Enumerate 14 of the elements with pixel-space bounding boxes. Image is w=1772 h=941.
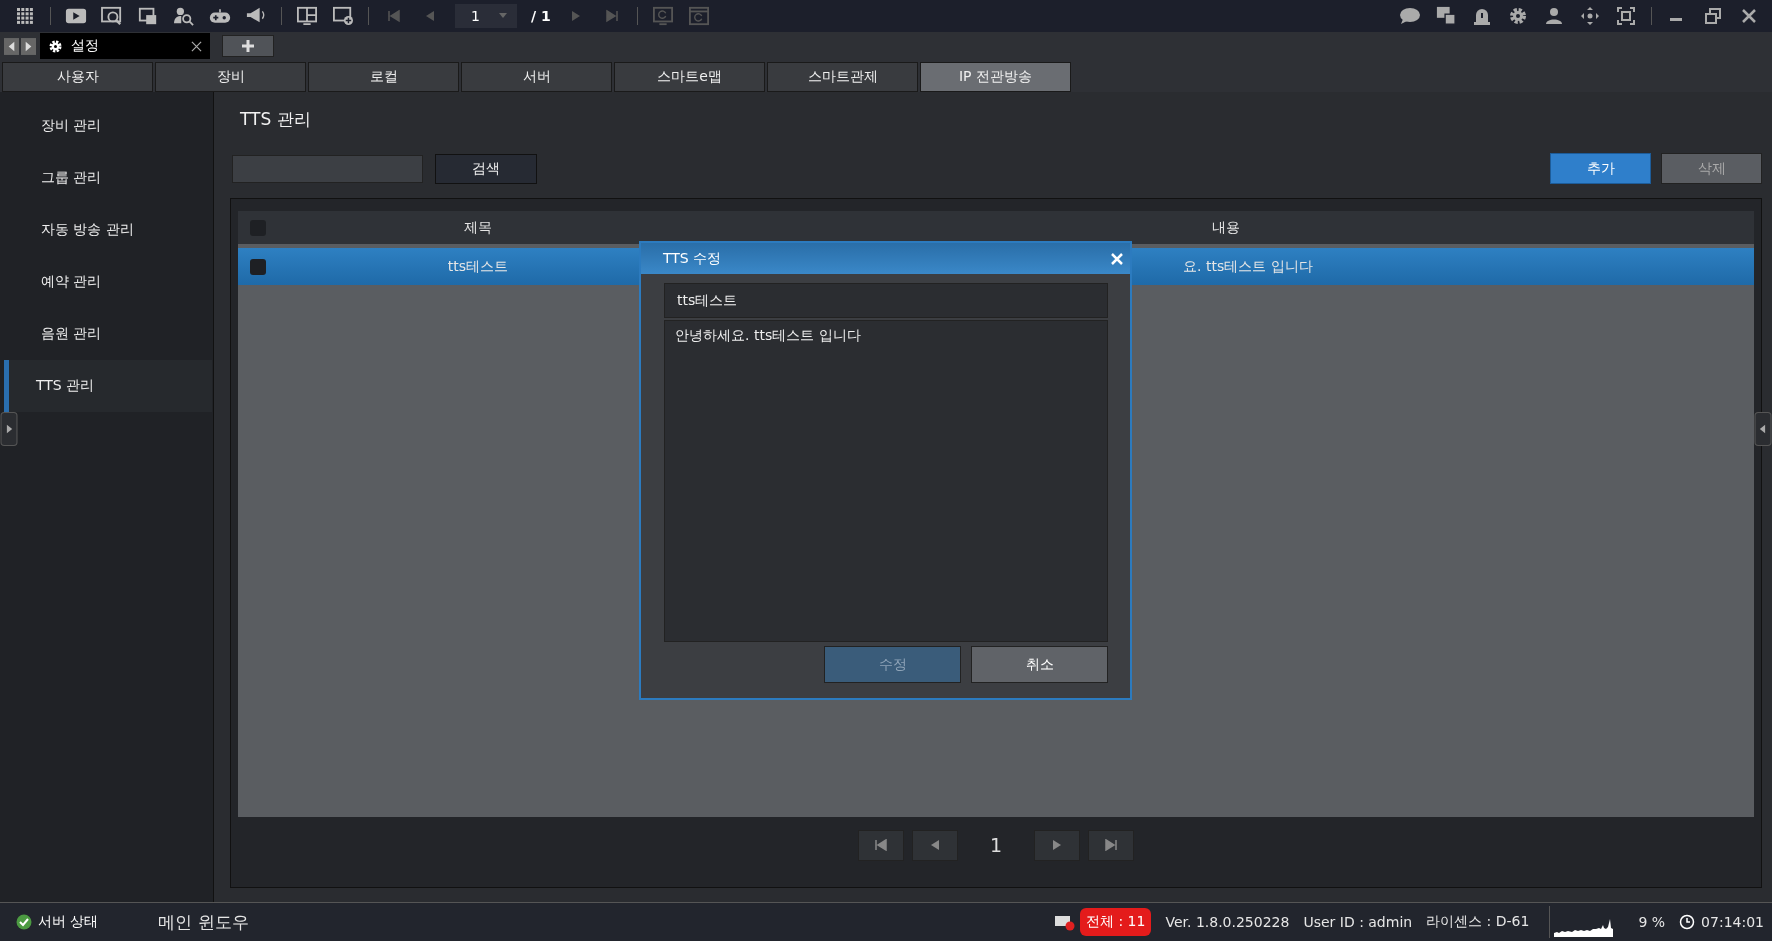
page-number: 1 bbox=[988, 834, 1004, 856]
cpu-percent: 9 % bbox=[1638, 914, 1666, 930]
main-window-label: 메인 윈도우 bbox=[158, 910, 249, 934]
user-id-text: User ID : admin bbox=[1303, 914, 1413, 930]
license-text: 라이센스 : D-61 bbox=[1426, 913, 1530, 931]
dialog-title: TTS 수정 bbox=[663, 249, 722, 268]
tab-label: 설정 bbox=[71, 37, 100, 55]
column-header: 내용 bbox=[1211, 218, 1241, 237]
version-text: Ver. 1.8.0.250228 bbox=[1165, 914, 1290, 930]
page-title: TTS 관리 bbox=[240, 108, 312, 131]
column-header: 제목 bbox=[463, 218, 493, 237]
table-cell: 요. tts테스트 입니다 bbox=[1183, 257, 1313, 274]
page-total: / 1 bbox=[531, 8, 551, 24]
clock-time: 07:14:01 bbox=[1701, 914, 1764, 930]
